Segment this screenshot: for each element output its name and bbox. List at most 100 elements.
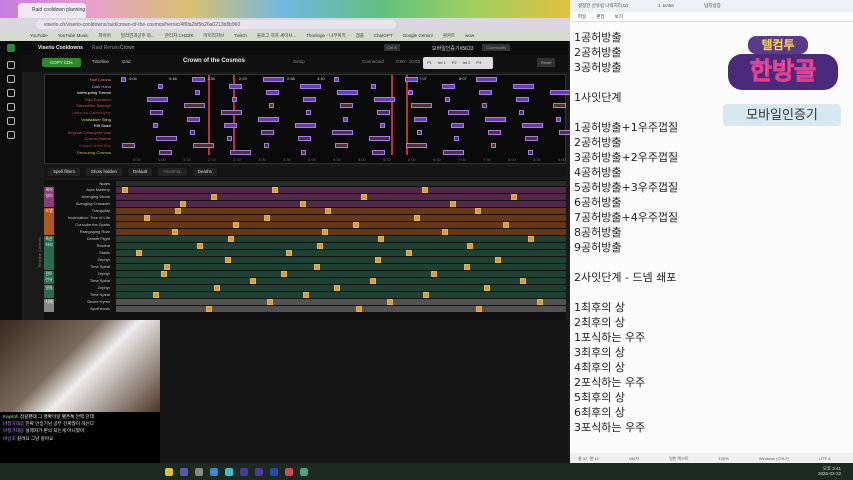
nav-crown[interactable]: Crown <box>120 45 134 51</box>
cooldown-cast-icon[interactable] <box>370 278 376 284</box>
boss-ability-cast[interactable] <box>482 103 487 109</box>
spell-row[interactable] <box>116 292 566 298</box>
cooldown-cast-icon[interactable] <box>175 208 181 214</box>
bookmark[interactable]: 겜플 <box>356 33 364 39</box>
cooldown-cast-icon[interactable] <box>325 208 331 214</box>
boss-ability-cast[interactable] <box>153 123 158 129</box>
boss-ability-cast[interactable] <box>122 143 135 148</box>
boss-ability-cast[interactable] <box>121 77 126 82</box>
boss-ability-cast[interactable] <box>553 103 566 109</box>
spell-row[interactable] <box>116 250 566 256</box>
info-icon[interactable] <box>7 131 15 139</box>
boss-ability-cast[interactable] <box>334 77 339 82</box>
cooldown-cast-icon[interactable] <box>225 257 231 263</box>
boss-ability-cast[interactable] <box>295 123 316 129</box>
cooldown-cast-icon[interactable] <box>197 243 203 249</box>
boss-ability-cast[interactable] <box>476 77 497 82</box>
boss-ability-cast[interactable] <box>340 103 353 109</box>
boss-ability-cast[interactable] <box>229 83 242 89</box>
cooldown-cast-icon[interactable] <box>361 194 367 200</box>
taskbar-app-icon[interactable] <box>255 467 263 476</box>
user-name[interactable]: 모바일인증기#5633 <box>432 45 474 52</box>
boss-ability-cast[interactable] <box>417 129 422 135</box>
spell-row[interactable] <box>116 285 566 291</box>
boss-ability-cast[interactable] <box>221 110 242 115</box>
spell-row[interactable] <box>116 187 566 193</box>
boss-ability-cast[interactable] <box>377 110 390 115</box>
search-button[interactable]: Ctrl K <box>384 44 400 51</box>
menu-file[interactable]: 파일 <box>578 14 586 19</box>
bookmark[interactable]: 관리자 CHZZK <box>165 33 194 39</box>
cooldown-cast-icon[interactable] <box>267 299 273 305</box>
cooldown-cast-icon[interactable] <box>314 264 320 270</box>
app-name[interactable]: Viserio Cooldowns <box>38 45 83 51</box>
cooldown-cast-icon[interactable] <box>467 243 473 249</box>
boss-ability-cast[interactable] <box>337 90 358 96</box>
cooldown-cast-icon[interactable] <box>272 187 278 193</box>
boss-title[interactable]: Crown of the Cosmos <box>183 58 245 64</box>
cooldown-cast-icon[interactable] <box>375 257 381 263</box>
phase-button[interactable]: Int 1 <box>438 60 446 66</box>
menu-icon[interactable] <box>7 61 15 69</box>
boss-ability-cast[interactable] <box>525 136 538 142</box>
boss-ability-cast[interactable] <box>513 83 534 89</box>
bookmark[interactable]: Thorlinge - 나무위키 <box>306 33 345 39</box>
boss-ability-cast[interactable] <box>445 96 450 102</box>
taskbar-app-icon[interactable] <box>165 467 173 476</box>
boss-ability-cast[interactable] <box>147 96 168 102</box>
boss-ability-cast[interactable] <box>230 149 251 155</box>
notepad-tab-active[interactable]: 넘치방증 <box>704 3 721 9</box>
cooldown-cast-icon[interactable] <box>520 278 526 284</box>
spell-row[interactable] <box>116 236 566 242</box>
taskbar-app-icon[interactable] <box>180 467 188 476</box>
phase-button[interactable]: Int 2 <box>463 60 471 66</box>
spell-row[interactable] <box>116 271 566 277</box>
community-badge[interactable]: Community <box>482 44 511 51</box>
notepad-tab[interactable]: 결정전 신유림 나락지리.txt <box>578 3 628 9</box>
cooldown-cast-icon[interactable] <box>422 187 428 193</box>
boss-ability-cast[interactable] <box>406 143 427 148</box>
cooldown-cast-icon[interactable] <box>356 306 362 312</box>
cooldown-cast-icon[interactable] <box>414 215 420 221</box>
boss-ability-cast[interactable] <box>301 149 306 155</box>
boss-ability-cast[interactable] <box>306 110 311 115</box>
cooldown-cast-icon[interactable] <box>353 222 359 228</box>
boss-ability-cast[interactable] <box>263 77 284 82</box>
cooldown-cast-icon[interactable] <box>431 271 437 277</box>
cooldown-cast-icon[interactable] <box>164 264 170 270</box>
cooldown-cast-icon[interactable] <box>281 271 287 277</box>
boss-ability-cast[interactable] <box>405 77 418 82</box>
bookmark[interactable]: YouTube <box>30 33 48 39</box>
taskbar-app-icon[interactable] <box>210 467 218 476</box>
boss-ability-cast[interactable] <box>335 143 348 148</box>
phase-button[interactable]: P3 <box>476 60 481 66</box>
boss-ability-cast[interactable] <box>343 116 348 122</box>
boss-ability-cast[interactable] <box>491 143 496 148</box>
reset-button[interactable]: Reset <box>537 58 556 67</box>
boss-ability-cast[interactable] <box>519 110 524 115</box>
cooldown-cast-icon[interactable] <box>317 243 323 249</box>
users-icon[interactable] <box>7 89 15 97</box>
cooldown-cast-icon[interactable] <box>476 306 482 312</box>
spell-row[interactable] <box>116 306 566 312</box>
boss-ability-cast[interactable] <box>516 96 529 102</box>
cooldown-cast-icon[interactable] <box>303 292 309 298</box>
boss-ability-cast[interactable] <box>550 90 571 96</box>
boss-ability-cast[interactable] <box>454 136 459 142</box>
show-hidden-button[interactable]: Show hidden <box>86 168 123 176</box>
cooldown-cast-icon[interactable] <box>464 264 470 270</box>
browser-tab[interactable]: Raid cooldown planning tool <box>18 3 86 18</box>
cooldown-cast-icon[interactable] <box>511 194 517 200</box>
cooldown-cast-icon[interactable] <box>406 250 412 256</box>
notepad-tab[interactable]: 1 .txnter <box>658 3 674 9</box>
boss-ability-cast[interactable] <box>224 123 237 129</box>
cooldown-cast-icon[interactable] <box>161 271 167 277</box>
spell-filters-button[interactable]: Spell filters <box>48 168 81 176</box>
boss-ability-cast[interactable] <box>380 123 385 129</box>
taskbar-app-icon[interactable] <box>300 467 308 476</box>
cooldown-cast-icon[interactable] <box>442 229 448 235</box>
phase-button[interactable]: P1 <box>427 60 432 66</box>
cooldown-cast-icon[interactable] <box>286 250 292 256</box>
boss-ability-cast[interactable] <box>408 90 413 96</box>
notes-row[interactable] <box>116 181 566 186</box>
